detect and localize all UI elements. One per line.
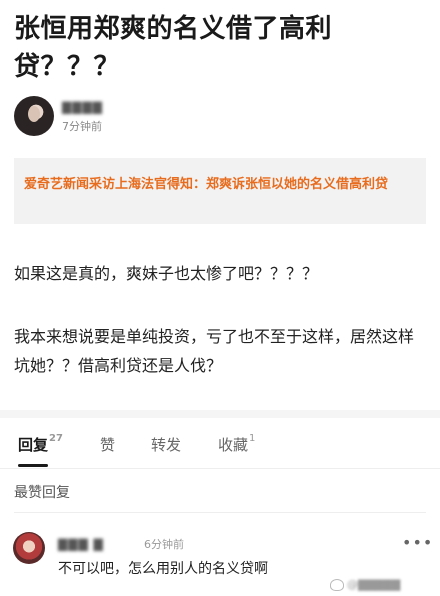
post-paragraph-1: 如果这是真的，爽妹子也太惨了吧？？？？ — [14, 264, 319, 283]
post-paragraph-2: 我本来想说要是单纯投资，亏了也不至于这样，居然这样坑她？？借高利贷还是人伐？ — [14, 327, 415, 375]
weibo-watermark: @▇▇▇▇▇ — [330, 578, 400, 591]
quoted-news-link[interactable]: 爱奇艺新闻采访上海法官得知：郑爽诉张恒以她的名义借高利贷 — [14, 158, 426, 224]
tab-reposts-label: 转发 — [151, 436, 182, 454]
tab-replies-count: 27 — [49, 433, 63, 444]
post-timestamp: 7分钟前 — [62, 120, 102, 133]
commenter-name[interactable]: ▇▇▇ ▇ — [58, 537, 104, 551]
comment-timestamp: 6分钟前 — [144, 538, 184, 551]
tab-likes-label: 赞 — [100, 436, 116, 454]
weibo-logo-icon — [330, 578, 344, 591]
tab-likes[interactable]: 赞 — [100, 434, 115, 455]
tab-favorites[interactable]: 收藏1 — [218, 433, 256, 455]
tab-replies[interactable]: 回复27 — [18, 433, 63, 455]
author-avatar[interactable] — [14, 96, 54, 136]
active-tab-indicator — [18, 464, 48, 467]
divider-line — [14, 512, 426, 513]
top-replies-heading: 最赞回复 — [14, 485, 70, 501]
watermark-handle: @▇▇▇▇▇ — [347, 578, 401, 591]
tab-replies-label: 回复 — [18, 436, 49, 454]
more-options-icon[interactable]: ••• — [402, 533, 433, 552]
comment-text: 不可以吧，怎么用别人的名义贷啊 — [58, 561, 268, 577]
tab-reposts[interactable]: 转发 — [151, 434, 181, 455]
author-name[interactable]: ▇▇▇▇ — [62, 100, 103, 114]
post-title: 张恒用郑爽的名义借了高利贷？？？ — [14, 14, 333, 82]
author-block[interactable]: ▇▇▇▇ 7分钟前 — [14, 96, 314, 140]
section-divider — [0, 410, 440, 418]
action-tabs: 回复27 赞 转发 收藏1 — [0, 418, 440, 469]
tab-favorites-count: 1 — [249, 433, 256, 444]
tab-favorites-label: 收藏 — [218, 436, 249, 454]
commenter-avatar[interactable] — [13, 532, 45, 564]
